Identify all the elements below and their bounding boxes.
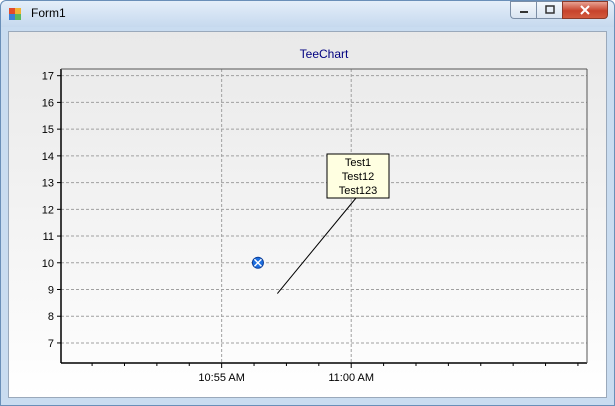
x-tick-label: 11:00 AM [328,372,374,384]
y-tick-label: 15 [42,124,54,136]
chart-svg: TeeChart 7 8 9 10 11 12 13 14 15 16 17 10:55 AM 11:00… [42,47,588,384]
chart-title: TeeChart [300,47,349,61]
y-tick-label: 16 [42,97,54,109]
y-tick-label: 11 [43,231,54,243]
y-tick-label: 8 [48,311,54,323]
annotation-line: Test1 [345,157,371,169]
maximize-icon [544,5,555,14]
y-tick-label: 12 [42,204,54,216]
form1-window: Form1 TeeChart 7 8 9 10 11 12 13 14 15 16 17 10:55 A… [0,0,615,406]
minimize-icon [519,11,528,13]
teechart-control[interactable]: TeeChart 7 8 9 10 11 12 13 14 15 16 17 10:55 AM 11:00… [9,32,606,397]
maximize-button[interactable] [536,1,562,19]
y-tick-label: 10 [42,258,54,270]
y-tick-label: 13 [42,178,54,190]
annotation-line: Test12 [342,171,374,183]
annotation-line: Test123 [339,185,378,197]
window-title: Form1 [31,6,66,20]
minimize-button[interactable] [510,1,536,19]
x-tick-label: 10:55 AM [198,372,244,384]
app-icon [9,8,21,20]
close-button[interactable] [562,1,608,19]
y-tick-label: 14 [42,151,54,163]
annotation-pointer [276,197,357,294]
form-client-area: TeeChart 7 8 9 10 11 12 13 14 15 16 17 10:55 AM 11:00… [8,31,607,398]
y-tick-label: 9 [48,285,54,297]
title-bar[interactable]: Form1 [1,1,614,27]
close-icon [580,5,590,15]
y-tick-label: 17 [42,71,54,83]
y-tick-label: 7 [48,338,54,350]
